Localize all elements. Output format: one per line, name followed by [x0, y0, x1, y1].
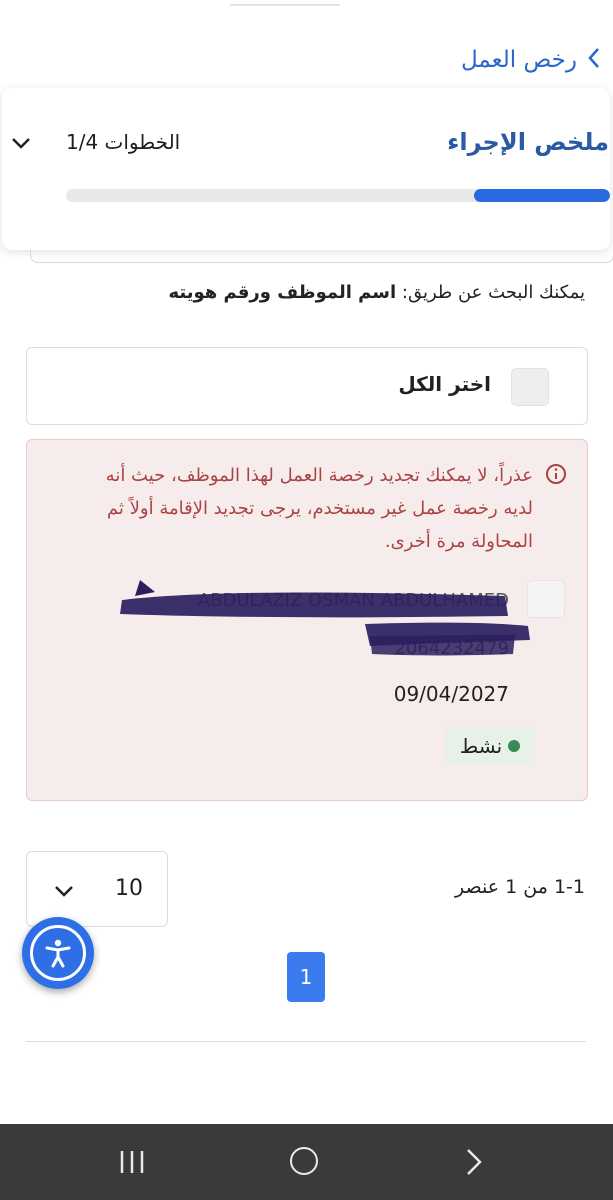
status-label: نشط	[459, 734, 503, 758]
page-size-select[interactable]: 10	[26, 851, 168, 927]
chevron-down-icon	[53, 880, 75, 902]
top-remnant	[230, 0, 400, 8]
chevron-right-icon	[587, 47, 601, 74]
select-all-checkbox[interactable]	[511, 368, 549, 406]
steps-progress	[66, 189, 610, 202]
page-title: رخص العمل	[460, 47, 577, 73]
recent-apps-icon[interactable]	[118, 1149, 146, 1175]
search-input[interactable]	[30, 250, 613, 263]
back-link[interactable]: رخص العمل	[461, 44, 601, 76]
divider	[26, 1041, 586, 1042]
chevron-down-icon[interactable]	[10, 132, 32, 154]
search-hint-fields: اسم الموظف ورقم هويته	[168, 282, 397, 303]
home-icon[interactable]	[290, 1147, 318, 1175]
page-button-1[interactable]: 1	[287, 952, 325, 1002]
employee-date: 09/04/2027	[393, 682, 509, 706]
status-badge: نشط	[445, 727, 535, 765]
info-icon	[545, 463, 567, 485]
back-icon[interactable]	[462, 1147, 486, 1177]
system-nav-bar	[0, 1124, 613, 1200]
steps-progress-fill	[474, 189, 610, 202]
search-hint-prefix: يمكنك البحث عن طريق:	[401, 282, 585, 303]
steps-title: ملخص الإجراء	[447, 128, 609, 156]
page-size-value: 10	[115, 876, 143, 901]
steps-card	[2, 88, 610, 250]
accessibility-icon	[30, 925, 86, 981]
accessibility-button[interactable]	[22, 917, 94, 989]
pagination-range: 1-1 من 1 عنصر	[455, 876, 585, 898]
error-message: عذراً، لا يمكنك تجديد رخصة العمل لهذا ال…	[105, 465, 533, 552]
select-all-label: اختر الكل	[398, 372, 491, 396]
search-hint: يمكنك البحث عن طريق: اسم الموظف ورقم هوي…	[168, 282, 585, 303]
steps-count: الخطوات 1/4	[66, 130, 181, 154]
select-all-row[interactable]: اختر الكل	[26, 347, 588, 425]
status-dot	[508, 740, 521, 752]
redaction-scribble	[120, 580, 530, 656]
